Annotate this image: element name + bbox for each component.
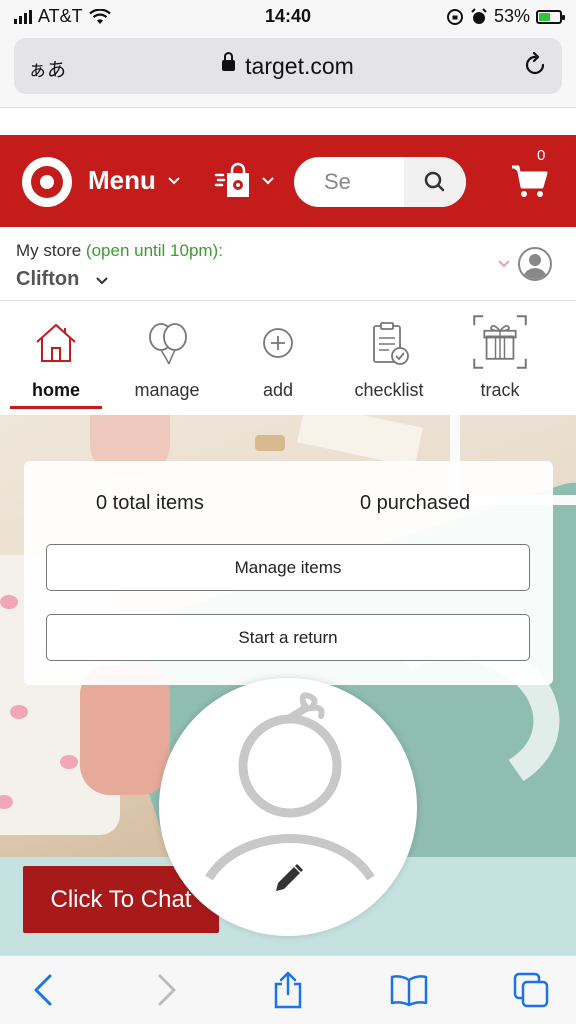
clipboard-check-icon [373,322,409,365]
status-bar: AT&T 14:40 53% [0,0,576,34]
store-prefix: My store [16,241,82,260]
chevron-down-icon[interactable] [498,258,510,270]
tab-track-label: track [480,380,520,400]
store-open-hours: (open until 10pm): [85,241,223,260]
battery-icon [536,9,565,24]
tab-manage-label: manage [134,380,200,400]
store-status: My store (open until 10pm): [16,241,223,261]
manage-items-button[interactable]: Manage items [46,544,530,591]
purchased-count: 0 purchased [360,492,471,514]
reload-icon[interactable] [522,52,548,78]
bookmarks-icon[interactable] [389,970,429,1010]
registry-nav: home manage add checklist track [0,302,576,415]
home-icon [36,323,76,362]
tab-home-label: home [31,380,80,400]
gift-tracking-icon [473,315,527,369]
menu-button[interactable]: Menu [88,165,156,196]
cart-icon[interactable] [510,161,550,201]
total-items-count: 0 total items [96,492,204,514]
url-display[interactable]: target.com [14,52,562,80]
balloons-icon [149,323,187,365]
share-icon[interactable] [268,970,308,1010]
chevron-down-icon[interactable] [262,175,274,187]
search-icon [424,171,445,192]
tab-home[interactable]: home [0,302,112,415]
alarm-icon [471,7,487,24]
browser-address-area: ぁあ target.com [0,34,576,108]
store-row: My store (open until 10pm): Clifton [0,227,576,301]
battery-percent: 53% [493,6,530,26]
start-return-button[interactable]: Start a return [46,614,530,661]
search-input[interactable] [294,157,404,207]
battery-fill [539,12,550,21]
tabs-icon[interactable] [511,970,551,1010]
search-box [294,157,466,207]
active-tab-indicator [10,406,102,409]
store-name[interactable]: Clifton [16,268,79,291]
tab-checklist[interactable]: checklist [333,302,445,415]
tab-add-label: add [262,380,294,400]
user-icon [523,254,547,279]
registry-profile-photo[interactable] [159,678,417,936]
add-circle-icon [263,328,293,358]
edit-pencil-icon[interactable] [272,861,306,895]
target-logo[interactable] [22,157,72,207]
toy-decoration [255,435,285,451]
url-text: target.com [245,53,354,79]
book-decoration [297,415,423,468]
shopping-bag-icon[interactable] [214,161,254,201]
tab-manage[interactable]: manage [111,302,223,415]
chevron-down-icon[interactable] [96,275,108,287]
site-header: Menu 0 [0,135,576,227]
tab-track[interactable]: track [444,302,556,415]
cart-count: 0 [537,147,546,164]
forward-icon[interactable] [146,970,186,1010]
tab-add[interactable]: add [222,302,334,415]
browser-toolbar [0,955,576,1024]
chevron-down-icon[interactable] [168,175,180,187]
tab-checklist-label: checklist [354,380,424,400]
orientation-lock-icon [446,8,463,25]
lock-icon [222,52,236,72]
back-icon[interactable] [24,970,64,1010]
account-avatar[interactable] [518,247,552,281]
search-button[interactable] [404,157,466,207]
profile-placeholder-icon [205,692,375,881]
address-bar[interactable]: ぁあ target.com [14,38,562,94]
